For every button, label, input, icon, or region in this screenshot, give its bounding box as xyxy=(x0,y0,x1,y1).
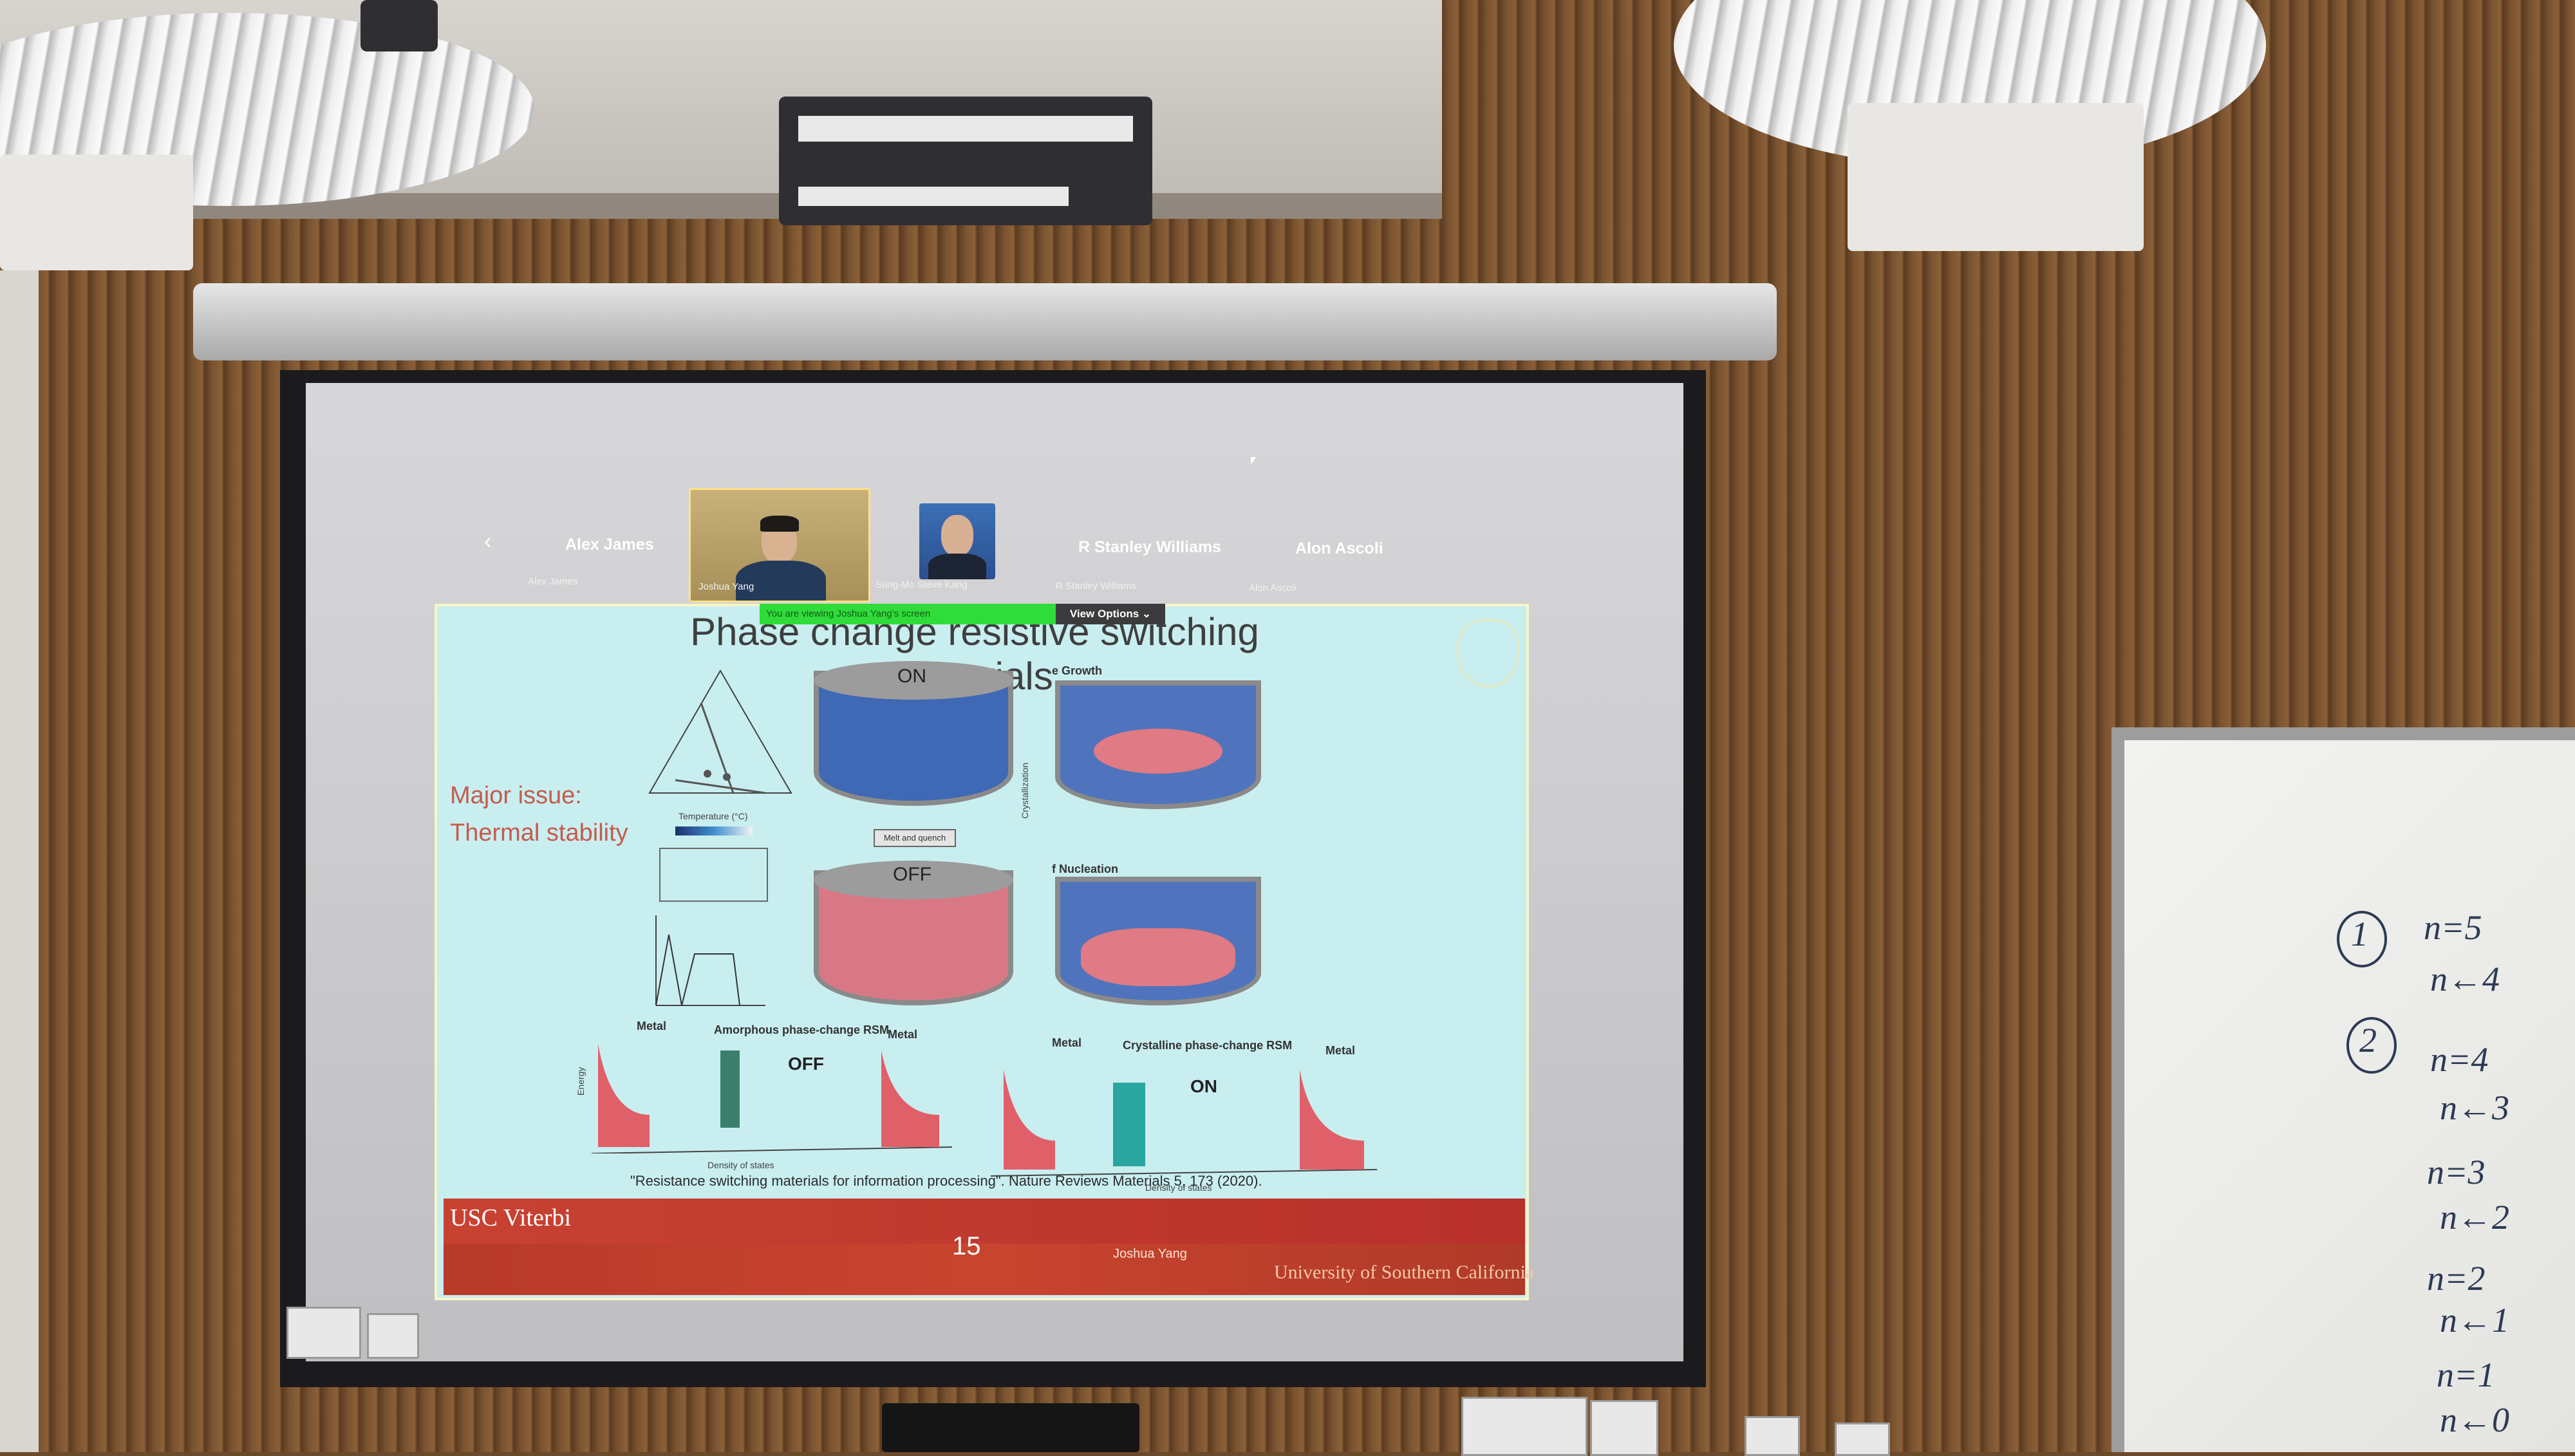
ceiling-light-diffuser xyxy=(798,187,1069,206)
participant-label: R Stanley Williams xyxy=(1056,581,1137,592)
wall-outlet xyxy=(1835,1423,1890,1456)
whiteboard-text: 2 xyxy=(2359,1021,2377,1059)
participant-video-joshua[interactable]: Joshua Yang xyxy=(689,488,870,602)
chevron-left-icon[interactable]: ‹ xyxy=(484,529,491,554)
density-label: Density of states xyxy=(707,1160,774,1170)
speaker-label: Joshua Yang xyxy=(1113,1247,1187,1261)
amorphous-dos-plot xyxy=(592,1044,952,1153)
whiteboard-text: n←1 xyxy=(2440,1301,2509,1339)
whiteboard-text: n=2 xyxy=(2427,1259,2486,1298)
person-hair xyxy=(760,516,799,532)
projector-screen-housing xyxy=(193,283,1777,360)
university-name: University of Southern California xyxy=(1274,1262,1535,1283)
chevron-down-icon: ⌄ xyxy=(1141,608,1152,620)
metal-label: Metal xyxy=(1052,1036,1082,1049)
usc-viterbi-logo: USC Viterbi xyxy=(450,1204,572,1231)
off-label: OFF xyxy=(893,864,932,885)
wall-outlet xyxy=(367,1313,419,1359)
wall-outlet xyxy=(1461,1397,1587,1456)
energy-label: Energy xyxy=(576,1067,586,1096)
view-options-label: View Options xyxy=(1069,608,1139,620)
view-options-button[interactable]: View Options ⌄ xyxy=(1056,604,1165,624)
growth-core xyxy=(1094,729,1222,774)
slide-page-number: 15 xyxy=(952,1232,981,1260)
legend-box xyxy=(659,848,768,902)
whiteboard-text: n←3 xyxy=(2440,1088,2509,1127)
nucleation-core xyxy=(1081,928,1235,986)
side-panel xyxy=(0,270,39,1452)
amorphous-label: Amorphous phase-change RSM xyxy=(714,1023,890,1036)
podium-monitor xyxy=(882,1403,1139,1452)
crystallization-label: Crystallization xyxy=(1020,762,1030,819)
presentation-slide: Phase change resistive switching materia… xyxy=(435,604,1534,1300)
participant-label: Joshua Yang xyxy=(698,581,754,592)
whiteboard-text: n←0 xyxy=(2440,1401,2509,1439)
participant-label: Alon Ascoli xyxy=(1249,583,1297,593)
participant-photo-kang[interactable] xyxy=(919,503,995,579)
issue-text: Major issue: Thermal stability xyxy=(450,777,628,852)
whiteboard-text: 1 xyxy=(2351,915,2368,953)
nucleation-label: f Nucleation xyxy=(1052,863,1119,875)
person-head xyxy=(941,515,973,556)
right-duct-cap xyxy=(1848,103,2144,251)
melt-quench-box: Melt and quench xyxy=(874,829,956,847)
issue-line-1: Major issue: xyxy=(450,782,582,809)
metal-label: Metal xyxy=(1325,1044,1356,1057)
whiteboard-text: n=3 xyxy=(2427,1153,2486,1191)
temperature-time-plot xyxy=(655,915,765,1006)
participant-label: Sung-Mo Steve Kang xyxy=(876,579,968,590)
person-body xyxy=(928,554,986,579)
growth-label: e Growth xyxy=(1052,664,1103,677)
whiteboard-text: n=5 xyxy=(2424,908,2482,947)
participant-name: Alon Ascoli xyxy=(1295,539,1383,557)
citation: "Resistance switching materials for info… xyxy=(630,1173,1262,1189)
mouse-cursor-icon xyxy=(1251,457,1256,465)
whiteboard-text: n=1 xyxy=(2437,1356,2495,1394)
crystalline-label: Crystalline phase-change RSM xyxy=(1123,1039,1293,1052)
wall-outlet xyxy=(1590,1400,1658,1456)
wall-outlet xyxy=(1745,1416,1800,1456)
ceiling-light-diffuser xyxy=(798,116,1133,142)
ceiling-light xyxy=(360,0,438,51)
usc-seal-icon xyxy=(1457,619,1519,687)
temperature-label: Temperature (°C) xyxy=(679,811,748,821)
whiteboard-text: n=4 xyxy=(2430,1040,2489,1079)
left-duct-cap xyxy=(0,154,193,270)
participant-name: R Stanley Williams xyxy=(1078,538,1222,556)
whiteboard-text: n←4 xyxy=(2430,960,2500,998)
temperature-colorbar xyxy=(675,826,753,835)
on-label: ON xyxy=(897,666,926,687)
slide-footer-bar xyxy=(444,1199,1525,1244)
participant-label: Alex James xyxy=(528,576,578,587)
wall-outlet xyxy=(286,1307,361,1359)
metal-label: Metal xyxy=(637,1020,667,1032)
whiteboard-text: n←2 xyxy=(2440,1198,2509,1237)
crystalline-dos-plot xyxy=(991,1070,1377,1177)
issue-line-2: Thermal stability xyxy=(450,819,628,846)
screen-share-banner: You are viewing Joshua Yang's screen xyxy=(760,604,1062,624)
participant-name: Alex James xyxy=(565,536,654,554)
